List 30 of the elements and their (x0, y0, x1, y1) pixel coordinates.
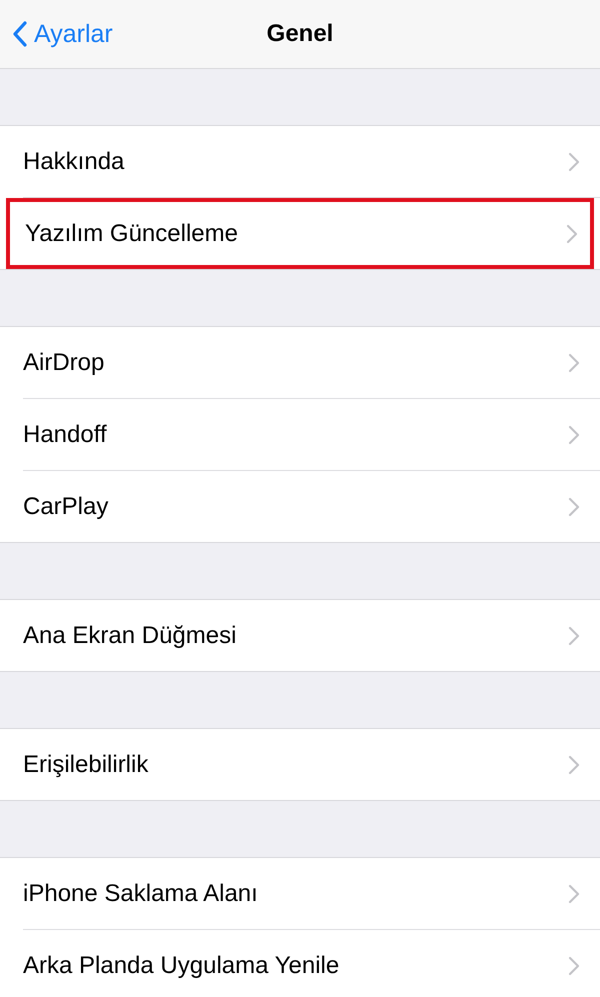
row-label: Erişilebilirlik (23, 750, 148, 778)
settings-row[interactable]: Handoff (0, 399, 600, 470)
chevron-icon (568, 956, 580, 976)
settings-row[interactable]: iPhone Saklama Alanı (0, 858, 600, 929)
back-chevron-icon (12, 20, 28, 48)
row-label: Handoff (23, 420, 107, 448)
chevron-icon (568, 754, 580, 774)
row-label: AirDrop (23, 348, 104, 376)
settings-row[interactable]: CarPlay (0, 471, 600, 542)
settings-row[interactable]: Yazılım Güncelleme (6, 198, 594, 269)
chevron-icon (568, 424, 580, 444)
page-title: Genel (266, 20, 334, 48)
settings-row[interactable]: Erişilebilirlik (0, 729, 600, 800)
chevron-icon (568, 496, 580, 516)
row-label: Ana Ekran Düğmesi (23, 622, 236, 650)
chevron-icon (566, 224, 578, 244)
row-label: CarPlay (23, 492, 108, 520)
chevron-icon (568, 352, 580, 372)
back-button[interactable]: Ayarlar (0, 20, 113, 48)
chevron-icon (568, 152, 580, 172)
chevron-icon (568, 884, 580, 904)
row-label: Hakkında (23, 148, 124, 176)
row-label: Yazılım Güncelleme (25, 220, 238, 248)
chevron-icon (568, 626, 580, 646)
settings-row[interactable]: Hakkında (0, 126, 600, 197)
row-label: iPhone Saklama Alanı (23, 880, 258, 908)
row-label: Arka Planda Uygulama Yenile (23, 952, 340, 980)
settings-row[interactable]: AirDrop (0, 327, 600, 398)
settings-row[interactable]: Ana Ekran Düğmesi (0, 600, 600, 671)
settings-row[interactable]: Arka Planda Uygulama Yenile (0, 930, 600, 997)
